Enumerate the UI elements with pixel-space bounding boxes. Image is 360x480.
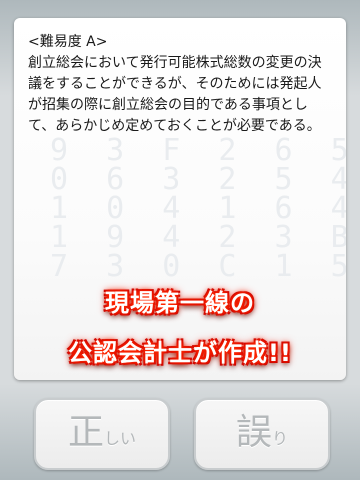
question-text-block: <難易度 A> 創立総会において発行可能株式総数の変更の決議をすることができるが… — [28, 32, 334, 137]
decorative-digits-background: 9 3 F 2 6 5 0 6 3 2 5 4 7 9 1 0 4 1 6 4 … — [50, 133, 346, 284]
difficulty-label: <難易度 A> — [28, 34, 108, 50]
correct-button-kanji: 正 — [67, 412, 104, 453]
wrong-button-suffix: り — [272, 429, 289, 448]
promo-banner-line2: 公認会計士が作成!! — [68, 339, 292, 367]
correct-button[interactable]: 正しい — [34, 398, 170, 470]
wrong-button[interactable]: 誤り — [194, 398, 330, 470]
answer-buttons: 正しい 誤り — [0, 392, 360, 472]
wrong-button-kanji: 誤 — [235, 412, 272, 453]
question-text: 創立総会において発行可能株式総数の変更の決議をすることができるが、そのためには発… — [28, 55, 322, 134]
question-card: 9 3 F 2 6 5 0 6 3 2 5 4 7 9 1 0 4 1 6 4 … — [14, 18, 346, 380]
promo-banner-line1: 現場第一線の — [105, 289, 255, 317]
correct-button-suffix: しい — [104, 429, 137, 448]
